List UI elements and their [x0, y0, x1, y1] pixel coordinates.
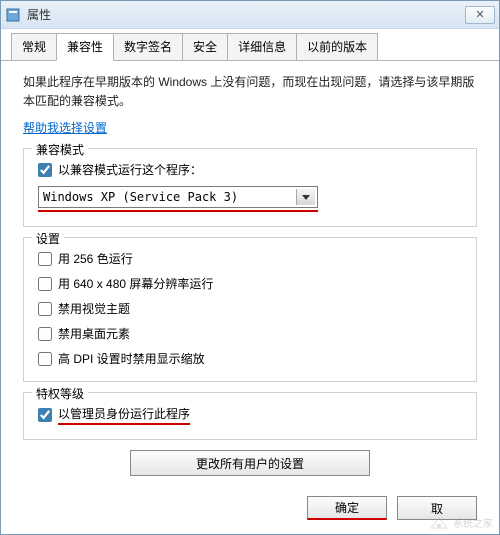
help-link[interactable]: 帮助我选择设置: [23, 119, 107, 136]
label-run-as-admin[interactable]: 以管理员身份运行此程序: [58, 405, 190, 425]
window-title: 属性: [27, 6, 465, 23]
cancel-button[interactable]: 取: [397, 496, 477, 520]
dialog-button-row: 确定 取: [1, 486, 499, 520]
tab-details[interactable]: 详细信息: [227, 33, 297, 60]
highlight-underline: [38, 210, 318, 212]
close-icon: ✕: [475, 8, 484, 21]
tab-content: 如果此程序在早期版本的 Windows 上没有问题，而现在出现问题，请选择与该早…: [1, 61, 499, 486]
group-title-compat: 兼容模式: [32, 141, 88, 158]
checkbox-640x480[interactable]: [38, 277, 52, 291]
checkbox-disable-desktop[interactable]: [38, 327, 52, 341]
combo-compat-os-value: Windows XP (Service Pack 3): [43, 190, 238, 204]
label-disable-desktop[interactable]: 禁用桌面元素: [58, 325, 130, 342]
tab-general[interactable]: 常规: [11, 33, 57, 60]
label-disable-dpi-scaling[interactable]: 高 DPI 设置时禁用显示缩放: [58, 350, 205, 367]
label-run-compat-mode[interactable]: 以兼容模式运行这个程序：: [58, 161, 202, 178]
group-title-privilege: 特权等级: [32, 385, 88, 402]
group-privilege: 特权等级 以管理员身份运行此程序: [23, 392, 477, 440]
tab-digital-signatures[interactable]: 数字签名: [113, 33, 183, 60]
tab-previous-versions[interactable]: 以前的版本: [296, 33, 378, 60]
checkbox-run-as-admin[interactable]: [38, 408, 52, 422]
change-all-users-button[interactable]: 更改所有用户的设置: [130, 450, 370, 476]
label-256-color[interactable]: 用 256 色运行: [58, 250, 133, 267]
close-button[interactable]: ✕: [465, 6, 495, 24]
ok-button[interactable]: 确定: [307, 496, 387, 520]
tab-strip: 常规 兼容性 数字签名 安全 详细信息 以前的版本: [1, 29, 499, 61]
tab-compatibility[interactable]: 兼容性: [56, 33, 114, 61]
chevron-down-icon: [302, 195, 310, 200]
checkbox-run-compat-mode[interactable]: [38, 163, 52, 177]
label-640x480[interactable]: 用 640 x 480 屏幕分辨率运行: [58, 275, 213, 292]
group-settings: 设置 用 256 色运行 用 640 x 480 屏幕分辨率运行 禁用视觉主题 …: [23, 237, 477, 382]
properties-dialog: 属性 ✕ 常规 兼容性 数字签名 安全 详细信息 以前的版本 如果此程序在早期版…: [0, 0, 500, 535]
app-icon: [5, 7, 21, 23]
checkbox-256-color[interactable]: [38, 252, 52, 266]
titlebar: 属性 ✕: [1, 1, 499, 29]
group-compat-mode: 兼容模式 以兼容模式运行这个程序： Windows XP (Service Pa…: [23, 148, 477, 227]
tab-security[interactable]: 安全: [182, 33, 228, 60]
description-text: 如果此程序在早期版本的 Windows 上没有问题，而现在出现问题，请选择与该早…: [23, 73, 477, 111]
label-disable-theme[interactable]: 禁用视觉主题: [58, 300, 130, 317]
group-title-settings: 设置: [32, 230, 64, 247]
checkbox-disable-dpi-scaling[interactable]: [38, 352, 52, 366]
combo-compat-os[interactable]: Windows XP (Service Pack 3): [38, 186, 318, 208]
checkbox-disable-theme[interactable]: [38, 302, 52, 316]
